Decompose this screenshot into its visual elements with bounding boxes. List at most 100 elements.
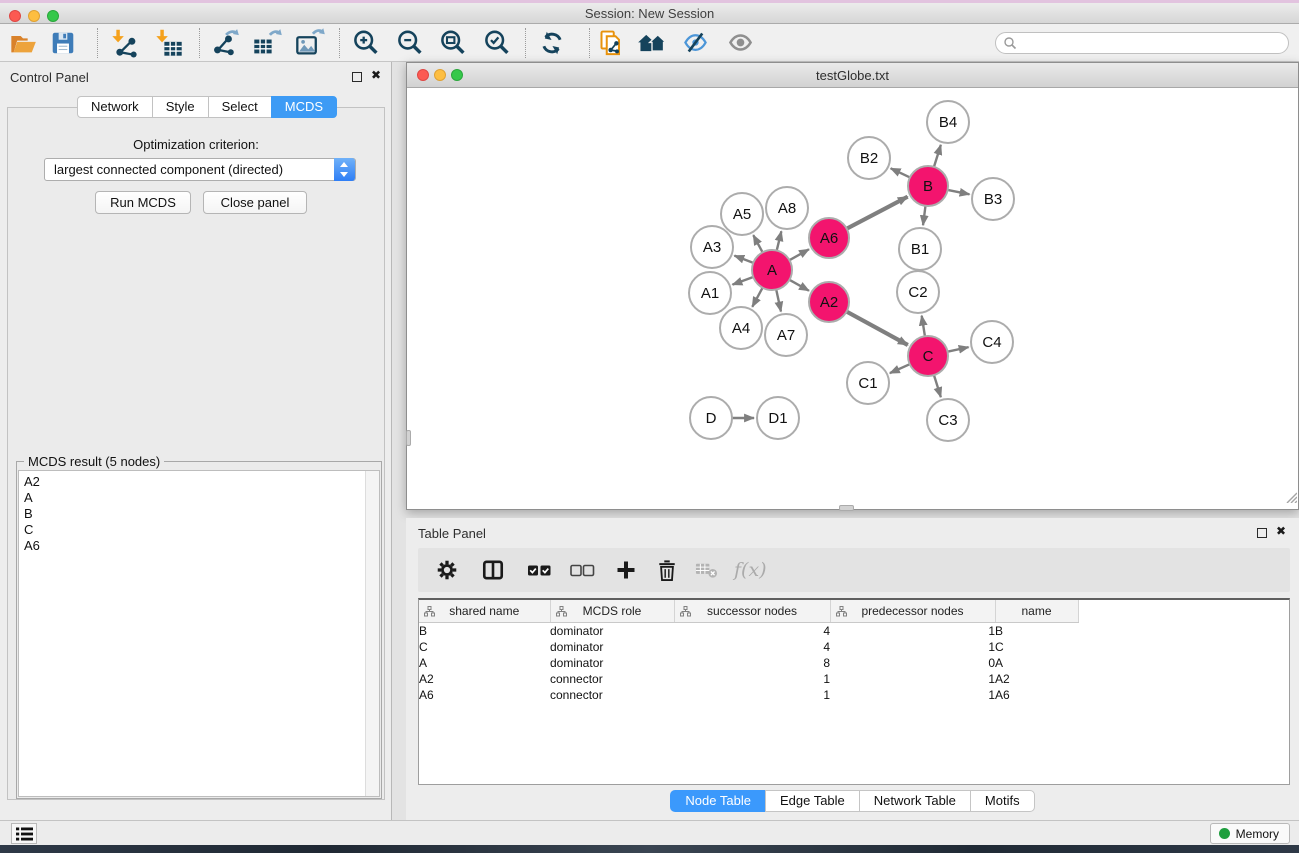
- table-cell[interactable]: A2: [995, 671, 1078, 687]
- network-from-selection-icon[interactable]: [595, 26, 629, 60]
- float-table-panel-icon[interactable]: [1257, 528, 1267, 538]
- graph-edge-B-B1[interactable]: [923, 206, 925, 225]
- table-cell[interactable]: B: [995, 622, 1078, 639]
- table-cell[interactable]: 8: [674, 655, 830, 671]
- column-header-shared-name[interactable]: shared name: [419, 600, 550, 622]
- network-window-titlebar[interactable]: testGlobe.txt: [407, 63, 1298, 88]
- table-cell[interactable]: 4: [674, 639, 830, 655]
- resize-grip-icon[interactable]: [1284, 490, 1297, 508]
- graph-node-D[interactable]: D: [690, 397, 732, 439]
- graph-node-A1[interactable]: A1: [689, 272, 731, 314]
- refresh-icon[interactable]: [535, 26, 569, 60]
- table-cell[interactable]: A2: [419, 671, 550, 687]
- table-cell[interactable]: A6: [419, 687, 550, 703]
- graph-edge-A-A4[interactable]: [752, 288, 762, 307]
- graph-edge-A6-B[interactable]: [847, 197, 908, 229]
- home-icon[interactable]: [635, 26, 669, 60]
- graph-edge-B-B4[interactable]: [934, 145, 941, 167]
- run-mcds-button[interactable]: Run MCDS: [95, 191, 191, 214]
- graph-node-C3[interactable]: C3: [927, 399, 969, 441]
- split-column-icon[interactable]: [481, 558, 505, 582]
- import-network-icon[interactable]: [108, 26, 142, 60]
- graph-node-C1[interactable]: C1: [847, 362, 889, 404]
- search-input[interactable]: [995, 32, 1289, 54]
- graph-edge-C-C3[interactable]: [934, 375, 941, 397]
- zoom-in-icon[interactable]: [349, 26, 383, 60]
- graph-edge-A-A8[interactable]: [777, 231, 782, 250]
- table-cell[interactable]: A: [995, 655, 1078, 671]
- export-table-icon[interactable]: [250, 26, 284, 60]
- graph-edge-C-C4[interactable]: [948, 347, 969, 352]
- table-cell[interactable]: dominator: [550, 655, 674, 671]
- graph-edge-B-B2[interactable]: [891, 168, 910, 177]
- table-cell[interactable]: dominator: [550, 639, 674, 655]
- network-canvas[interactable]: B4B2BB3A8A5A6A3B1AA1C2A2A4A7C4CC1C3DD1: [407, 88, 1298, 509]
- graph-node-B[interactable]: B: [908, 166, 948, 206]
- graph-node-D1[interactable]: D1: [757, 397, 799, 439]
- graph-node-A3[interactable]: A3: [691, 226, 733, 268]
- graph-node-B4[interactable]: B4: [927, 101, 969, 143]
- float-panel-icon[interactable]: [352, 72, 362, 82]
- graph-node-B3[interactable]: B3: [972, 178, 1014, 220]
- deselect-all-checks-icon[interactable]: [570, 559, 595, 581]
- tab-network-table[interactable]: Network Table: [859, 790, 971, 812]
- tab-mcds[interactable]: MCDS: [271, 96, 337, 118]
- save-session-icon[interactable]: [46, 26, 80, 60]
- tab-motifs[interactable]: Motifs: [970, 790, 1035, 812]
- table-cell[interactable]: dominator: [550, 622, 674, 639]
- table-cell[interactable]: connector: [550, 687, 674, 703]
- graph-node-A2[interactable]: A2: [809, 282, 849, 322]
- table-cell[interactable]: 0: [830, 655, 995, 671]
- table-cell[interactable]: C: [995, 639, 1078, 655]
- import-table-icon[interactable]: [152, 26, 186, 60]
- table-cell[interactable]: 1: [830, 671, 995, 687]
- horizontal-scroll-handle[interactable]: [839, 505, 854, 511]
- table-cell[interactable]: A6: [995, 687, 1078, 703]
- graph-edge-A-A2[interactable]: [789, 280, 809, 291]
- graph-edge-A-A5[interactable]: [753, 235, 762, 252]
- table-row[interactable]: Adominator80A: [419, 655, 1290, 671]
- table-row[interactable]: Cdominator41C: [419, 639, 1290, 655]
- criterion-select[interactable]: largest connected component (directed): [44, 158, 356, 181]
- graph-node-A6[interactable]: A6: [809, 218, 849, 258]
- table-row[interactable]: A6connector11A6: [419, 687, 1290, 703]
- tab-select[interactable]: Select: [208, 96, 272, 118]
- tab-node-table[interactable]: Node Table: [670, 790, 766, 812]
- close-panel-icon[interactable]: ✖: [371, 68, 381, 82]
- column-header-MCDS-role[interactable]: MCDS role: [550, 600, 674, 622]
- tab-network[interactable]: Network: [77, 96, 153, 118]
- graph-edge-A2-C[interactable]: [847, 312, 908, 345]
- table-cell[interactable]: 1: [830, 639, 995, 655]
- result-scrollbar[interactable]: [365, 471, 379, 796]
- graph-edge-C-C1[interactable]: [890, 364, 910, 373]
- tab-style[interactable]: Style: [152, 96, 209, 118]
- column-header-successor-nodes[interactable]: successor nodes: [674, 600, 830, 622]
- close-table-panel-icon[interactable]: ✖: [1276, 524, 1286, 538]
- open-session-icon[interactable]: [6, 26, 40, 60]
- select-all-checks-icon[interactable]: [527, 559, 552, 581]
- graph-node-A4[interactable]: A4: [720, 307, 762, 349]
- graph-node-A7[interactable]: A7: [765, 314, 807, 356]
- graph-node-A5[interactable]: A5: [721, 193, 763, 235]
- graph-edge-A-A3[interactable]: [734, 256, 753, 263]
- tab-edge-table[interactable]: Edge Table: [765, 790, 860, 812]
- graph-node-A[interactable]: A: [752, 250, 792, 290]
- table-options-gear-icon[interactable]: [435, 558, 459, 582]
- app-titlebar[interactable]: Session: New Session: [0, 3, 1299, 24]
- column-header-name[interactable]: name: [995, 600, 1078, 622]
- graph-edge-C-C2[interactable]: [922, 316, 925, 337]
- table-cell[interactable]: 1: [830, 622, 995, 639]
- graph-node-C2[interactable]: C2: [897, 271, 939, 313]
- add-column-plus-icon[interactable]: [615, 559, 637, 581]
- node-table[interactable]: shared nameMCDS rolesuccessor nodesprede…: [418, 598, 1290, 785]
- table-cell[interactable]: connector: [550, 671, 674, 687]
- table-row[interactable]: Bdominator41B: [419, 622, 1290, 639]
- close-panel-button[interactable]: Close panel: [203, 191, 307, 214]
- result-list-item[interactable]: B: [24, 506, 365, 522]
- table-row[interactable]: A2connector11A2: [419, 671, 1290, 687]
- task-history-button[interactable]: [11, 823, 37, 844]
- graph-node-A8[interactable]: A8: [766, 187, 808, 229]
- vertical-scroll-handle[interactable]: [406, 430, 411, 446]
- hide-selected-eye-slash-icon[interactable]: [678, 26, 712, 60]
- table-cell[interactable]: 4: [674, 622, 830, 639]
